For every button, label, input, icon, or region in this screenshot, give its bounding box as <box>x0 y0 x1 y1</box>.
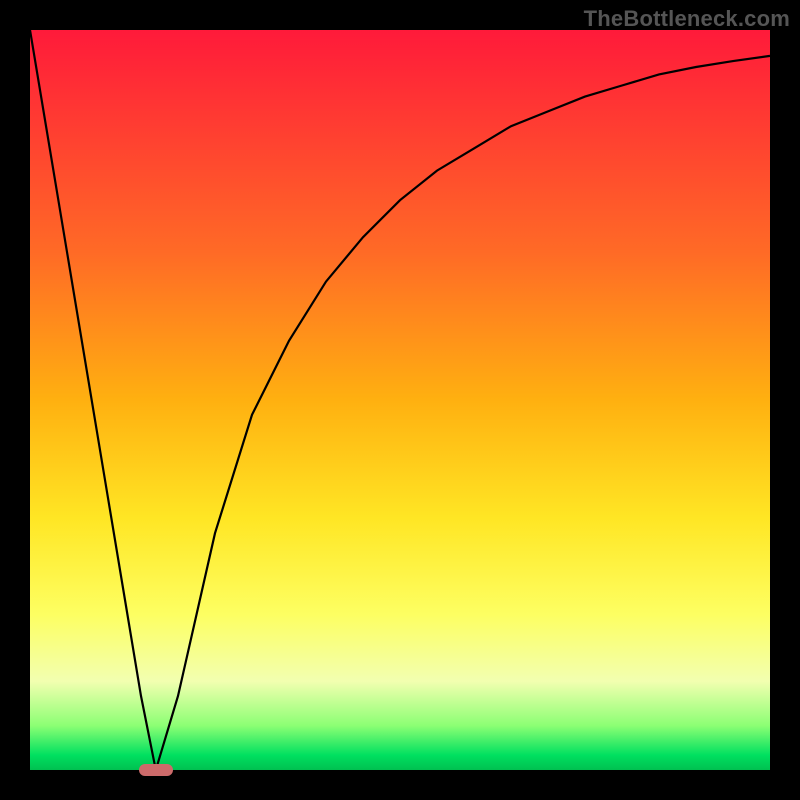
plot-area <box>30 30 770 770</box>
bottleneck-curve <box>30 30 770 770</box>
optimum-marker <box>139 764 173 776</box>
curve-layer <box>30 30 770 770</box>
chart-frame: TheBottleneck.com <box>0 0 800 800</box>
watermark-text: TheBottleneck.com <box>584 6 790 32</box>
